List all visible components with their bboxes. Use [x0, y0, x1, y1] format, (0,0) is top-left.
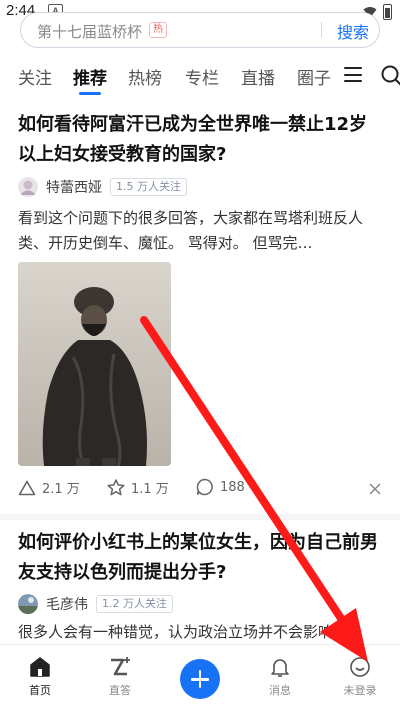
card-divider	[0, 514, 400, 520]
hot-tag: 热	[149, 22, 167, 38]
author-row: 特蕾西娅 1.5 万人关注	[18, 176, 187, 198]
follow-count-badge: 1.2 万人关注	[96, 595, 173, 613]
nav-profile[interactable]: 未登录	[330, 655, 390, 698]
tab-follow[interactable]: 关注	[18, 64, 52, 89]
author-name[interactable]: 毛彦伟	[46, 594, 88, 614]
nav-label: 未登录	[330, 682, 390, 698]
bottom-nav: 首页 直答 消息 未登录	[0, 644, 400, 711]
close-icon[interactable]	[368, 482, 382, 496]
nav-label: 消息	[250, 682, 310, 698]
tab-column[interactable]: 专栏	[185, 64, 219, 89]
search-box[interactable]: 第十七届蓝桥杯 热 搜索	[20, 12, 380, 48]
search-divider	[321, 22, 322, 38]
zhida-icon	[108, 655, 132, 679]
search-placeholder[interactable]: 第十七届蓝桥杯	[37, 21, 142, 42]
add-button[interactable]	[180, 659, 220, 699]
tab-live[interactable]: 直播	[241, 64, 275, 89]
nav-messages[interactable]: 消息	[250, 655, 310, 698]
follow-count-badge: 1.5 万人关注	[110, 178, 187, 196]
nav-home[interactable]: 首页	[10, 655, 70, 698]
card-title[interactable]: 如何评价小红书上的某位女生，因为自己前男友支持以色列而提出分手?	[18, 528, 384, 588]
nav-zhida[interactable]: 直答	[90, 655, 150, 698]
favorite-count: 1.1 万	[131, 478, 169, 497]
channel-tabs: 关注 推荐 热榜 专栏 直播 圈子	[0, 62, 400, 92]
tab-hot-list[interactable]: 热榜	[128, 64, 162, 89]
comment-count: 188	[220, 480, 245, 495]
upvote-icon	[18, 480, 36, 496]
tab-recommend[interactable]: 推荐	[73, 64, 107, 89]
battery-icon	[383, 4, 392, 20]
search-icon[interactable]	[380, 64, 400, 86]
bell-icon	[268, 655, 292, 679]
nav-label: 首页	[10, 682, 70, 698]
card-actions: 2.1 万 1.1 万 188	[0, 478, 400, 502]
avatar[interactable]	[18, 177, 38, 197]
comment-icon	[196, 478, 214, 496]
profile-icon	[348, 655, 372, 679]
upvote-action[interactable]: 2.1 万	[18, 478, 80, 497]
favorite-action[interactable]: 1.1 万	[107, 478, 169, 497]
photo-illustration	[18, 262, 171, 466]
author-name[interactable]: 特蕾西娅	[46, 177, 102, 197]
card-title[interactable]: 如何看待阿富汗已成为全世界唯一禁止12岁以上妇女接受教育的国家?	[18, 110, 384, 170]
upvote-count: 2.1 万	[42, 478, 80, 497]
answer-excerpt[interactable]: 看到这个问题下的很多回答，大家都在骂塔利班反人类、开历史倒车、魔怔。 骂得对。 …	[18, 206, 382, 256]
avatar[interactable]	[18, 594, 38, 614]
home-icon	[28, 655, 52, 679]
nav-label: 直答	[90, 682, 150, 698]
author-row: 毛彦伟 1.2 万人关注	[18, 593, 173, 615]
answer-image[interactable]	[18, 262, 171, 466]
answer-excerpt[interactable]: 很多人会有一种错觉，认为政治立场并不会影响人	[18, 620, 382, 645]
search-button[interactable]: 搜索	[337, 19, 369, 43]
comment-action[interactable]: 188	[196, 478, 245, 496]
star-icon	[107, 479, 125, 496]
menu-icon[interactable]	[344, 67, 362, 82]
tab-circle[interactable]: 圈子	[297, 64, 331, 89]
active-tab-indicator	[79, 92, 101, 95]
